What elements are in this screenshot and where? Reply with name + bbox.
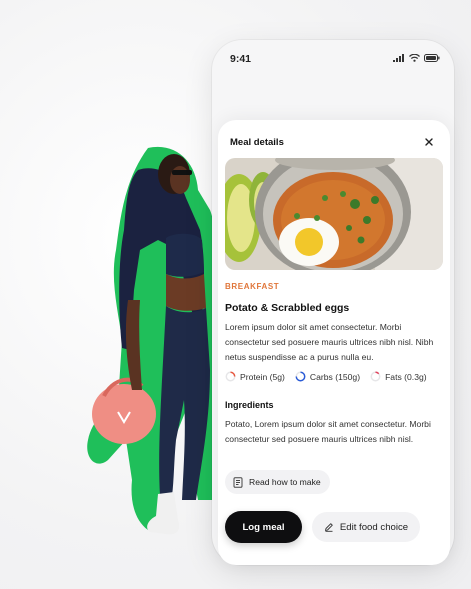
macro-carbs-label: Carbs (150g) <box>309 371 361 382</box>
fats-ring-icon <box>370 371 381 382</box>
meal-photo <box>225 158 443 270</box>
edit-food-choice-button[interactable]: Edit food choice <box>312 512 420 542</box>
battery-icon <box>424 54 440 62</box>
athlete-figure-image <box>87 146 225 535</box>
meal-description: Lorem ipsum dolor sit amet consectetur. … <box>225 322 434 362</box>
macro-protein-label: Protein (5g) <box>240 371 285 382</box>
edit-food-choice-label: Edit food choice <box>339 521 409 533</box>
macro-fats: Fats (0.3g) <box>370 371 427 382</box>
macros-row: Protein (5g) Carbs (150g) Fats (0.3g) <box>225 371 445 382</box>
close-button[interactable] <box>420 133 438 151</box>
wifi-icon <box>409 54 420 62</box>
macro-carbs: Carbs (150g) <box>295 371 360 382</box>
modal-title: Meal details <box>230 137 284 148</box>
card-header: Meal details <box>230 132 438 152</box>
status-bar: 9:41 <box>212 40 454 80</box>
carbs-ring-icon <box>295 371 306 382</box>
read-how-to-make-label: Read how to make <box>249 477 321 487</box>
meal-name: Potato & Scrabbled eggs <box>225 302 350 314</box>
meal-category: BREAKFAST <box>225 282 280 291</box>
close-icon <box>425 138 433 146</box>
read-how-to-make-button[interactable]: Read how to make <box>225 470 330 494</box>
ingredients-heading: Ingredients <box>225 400 274 410</box>
status-time: 9:41 <box>230 53 252 65</box>
ingredients-text: Potato, Lorem ipsum dolor sit amet conse… <box>225 419 431 444</box>
protein-ring-icon <box>225 371 236 382</box>
document-icon <box>233 476 243 488</box>
log-meal-label: Log meal <box>242 521 285 533</box>
status-icons <box>393 54 440 62</box>
macro-fats-label: Fats (0.3g) <box>385 371 427 382</box>
log-meal-button[interactable]: Log meal <box>225 511 302 543</box>
pencil-icon <box>324 523 333 532</box>
signal-icon <box>393 54 404 62</box>
meal-details-card: Meal details BREAKFAST Potato & Scrabble… <box>218 120 450 565</box>
macro-protein: Protein (5g) <box>225 371 285 382</box>
